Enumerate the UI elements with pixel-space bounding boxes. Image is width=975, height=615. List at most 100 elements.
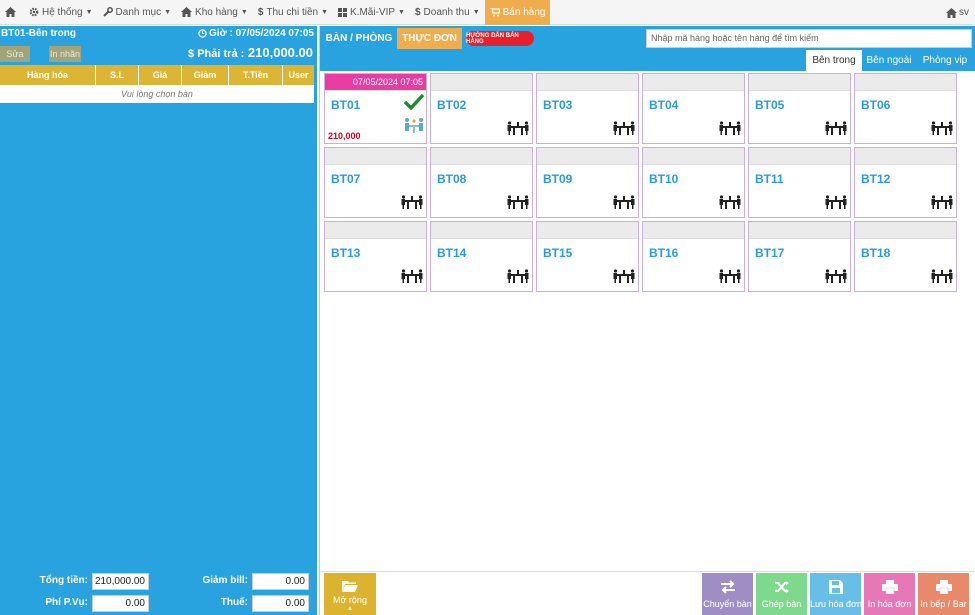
caret-down-icon: ▼ [321, 8, 329, 16]
nav-doanh-thu[interactable]: $ Doanh thu ▼ [410, 0, 485, 25]
dining-table-icon [719, 268, 741, 287]
table-open-time: 07/05/2024 07:05 [325, 74, 426, 91]
table-status-strip [431, 148, 532, 165]
nav-label: Hệ thống [42, 6, 83, 18]
table-card[interactable]: BT15 [536, 221, 639, 292]
home-nav-button[interactable] [0, 0, 24, 25]
wrench-icon [102, 7, 113, 17]
empty-order-message: Vui lòng chọn bàn [0, 85, 314, 103]
dining-table-icon [401, 268, 423, 287]
check-icon [403, 93, 425, 113]
top-navbar: Hệ thống ▼ Danh mục ▼ Kho hàng ▼ $ Thu chi … [0, 0, 975, 25]
dining-table-icon [507, 268, 529, 287]
dining-table-icon [825, 194, 847, 213]
nav-he-thong[interactable]: Hệ thống ▼ [24, 0, 98, 25]
caret-down-icon: ▼ [240, 8, 248, 16]
move-table-button[interactable]: Chuyển bàn [702, 573, 753, 615]
action-label: Lưu hóa đơn [810, 599, 862, 609]
total-field[interactable]: 210,000.00 [92, 573, 149, 590]
print-invoice-button[interactable]: In hóa đơn [864, 573, 915, 615]
table-card[interactable]: BT05 [748, 73, 851, 144]
product-search-input[interactable]: Nhập mã hàng hoặc tên hàng để tìm kiếm [646, 29, 972, 48]
table-card[interactable]: BT06 [854, 73, 957, 144]
home-icon [181, 7, 193, 17]
table-card[interactable]: BT14 [430, 221, 533, 292]
nav-label: Doanh thu [423, 6, 470, 18]
table-status-strip [325, 148, 426, 165]
table-card[interactable]: BT18 [854, 221, 957, 292]
service-fee-field[interactable]: 0.00 [92, 595, 149, 612]
table-card[interactable]: BT02 [430, 73, 533, 144]
dining-table-icon [613, 268, 635, 287]
dining-table-icon [507, 120, 529, 139]
table-status-strip [537, 222, 638, 239]
tab-menu[interactable]: THỰC ĐƠN [397, 28, 462, 49]
area-tab-outside[interactable]: Bên ngoài [864, 50, 914, 71]
table-card[interactable]: BT17 [748, 221, 851, 292]
sales-guide-button[interactable]: HƯỚNG DẪN BÁN HÀNG [466, 31, 534, 46]
transfer-icon [720, 580, 736, 596]
save-invoice-button[interactable]: Lưu hóa đơn [810, 573, 862, 615]
occupied-table-icon [403, 116, 425, 137]
action-label: Ghép bàn [761, 599, 802, 609]
bill-discount-label: Giảm bill: [202, 575, 248, 586]
table-card[interactable]: BT11 [748, 147, 851, 218]
col-header-user: User [288, 70, 309, 80]
table-card[interactable]: BT12 [854, 147, 957, 218]
tab-tables[interactable]: BÀN / PHÒNG [323, 28, 395, 49]
table-status-strip [855, 148, 956, 165]
home-icon [5, 7, 16, 17]
expand-button[interactable]: Mở rộng ▲ [324, 573, 376, 615]
table-status-strip [431, 222, 532, 239]
nav-ban-hang[interactable]: Bán hàng [484, 0, 551, 25]
table-card[interactable]: BT07 [324, 147, 427, 218]
printer-icon [935, 580, 952, 596]
table-status-strip [749, 222, 850, 239]
edit-button[interactable]: Sửa [0, 46, 30, 62]
table-status-strip [749, 148, 850, 165]
table-name: BT12 [861, 172, 891, 186]
dollar-icon: $ [257, 6, 264, 18]
dining-table-icon [719, 120, 741, 139]
table-card[interactable]: BT08 [430, 147, 533, 218]
table-card[interactable]: BT04 [642, 73, 745, 144]
table-name: BT05 [755, 98, 785, 112]
tax-field[interactable]: 0.00 [252, 595, 309, 612]
save-icon [828, 580, 844, 596]
bill-discount-field[interactable]: 0.00 [252, 573, 309, 590]
table-name: BT14 [437, 246, 467, 260]
table-status-strip [749, 74, 850, 91]
user-menu[interactable]: sv [946, 0, 969, 25]
nav-thu-chi-tien[interactable]: $ Thu chi tiền ▼ [253, 0, 333, 25]
table-card[interactable]: BT10 [642, 147, 745, 218]
nav-label: Bán hàng [502, 6, 546, 18]
nav-khuyen-mai-vip[interactable]: K.Mãi-VIP ▼ [333, 0, 410, 25]
nav-danh-muc[interactable]: Danh mục ▼ [98, 0, 177, 25]
merge-table-button[interactable]: Ghép bàn [756, 573, 807, 615]
dining-table-icon [931, 194, 953, 213]
nav-kho-hang[interactable]: Kho hàng ▼ [176, 0, 253, 25]
col-header-qty: S.L [96, 65, 139, 85]
table-name: BT11 [755, 172, 784, 186]
table-card[interactable]: BT13 [324, 221, 427, 292]
table-card[interactable]: BT16 [642, 221, 745, 292]
table-name: BT09 [543, 172, 573, 186]
action-label: In bếp / Bar [920, 599, 967, 609]
amount-due-label: $ Phải trả : [188, 48, 245, 60]
col-header-item: Hàng hóa [0, 65, 96, 85]
tax-label: Thuế: [220, 597, 248, 608]
table-name: BT18 [861, 246, 891, 260]
dining-table-icon [401, 194, 423, 213]
table-status-strip [855, 74, 956, 91]
table-card[interactable]: 07/05/2024 07:05 BT01 210,000 [324, 73, 427, 144]
print-label-button[interactable]: In nhãn [49, 46, 81, 62]
order-items-table: Hàng hóa S.L Giá Giảm T.Tiền User Vui lò… [0, 65, 314, 103]
table-card[interactable]: BT09 [536, 147, 639, 218]
area-tab-inside[interactable]: Bên trong [806, 50, 862, 71]
table-name: BT03 [543, 98, 573, 112]
table-card[interactable]: BT03 [536, 73, 639, 144]
caret-down-icon: ▼ [398, 8, 405, 16]
area-tab-vip-room[interactable]: Phòng vip [918, 50, 972, 71]
print-kitchen-button[interactable]: In bếp / Bar [918, 573, 969, 615]
table-status-strip [855, 222, 956, 239]
